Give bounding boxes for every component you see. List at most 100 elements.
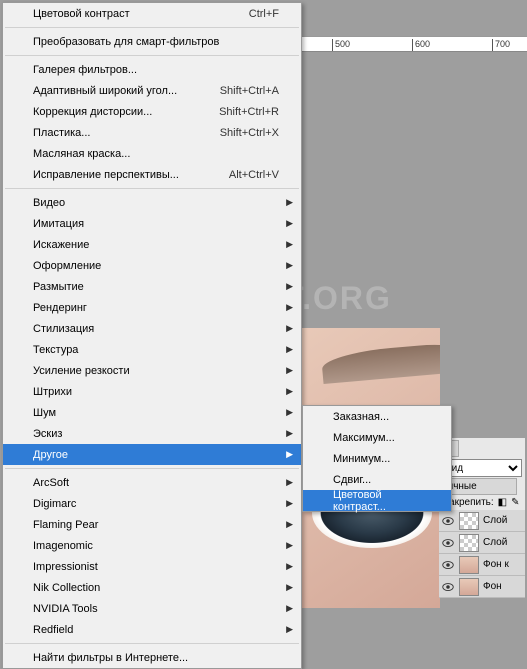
menu-item-6[interactable]: Масляная краска... — [3, 143, 301, 164]
layer-thumbnail — [459, 578, 479, 596]
menu-separator — [5, 55, 299, 56]
menu-item-label: Imagenomic — [33, 540, 279, 552]
menu-item-label: Галерея фильтров... — [33, 64, 279, 76]
submenu-arrow-icon: ▶ — [286, 386, 293, 397]
menu-item-label: Digimarc — [33, 498, 279, 510]
submenu-item-label: Сдвиг... — [333, 474, 429, 486]
horizontal-ruler: 500 600 700 — [302, 36, 527, 52]
layer-thumbnail — [459, 556, 479, 574]
menu-item-label: Преобразовать для смарт-фильтров — [33, 36, 279, 48]
visibility-icon[interactable] — [441, 558, 455, 572]
layer-name: Фон к — [483, 559, 509, 570]
submenu-arrow-icon: ▶ — [286, 260, 293, 271]
submenu-arrow-icon: ▶ — [286, 561, 293, 572]
submenu-item-label: Цветовой контраст... — [333, 489, 429, 513]
layer-row[interactable]: Фон к — [439, 554, 525, 576]
layer-thumbnail — [459, 534, 479, 552]
layer-name: Слой — [483, 537, 507, 548]
menu-item-20[interactable]: Другое▶ — [3, 444, 301, 465]
submenu-arrow-icon: ▶ — [286, 281, 293, 292]
menu-item-label: NVIDIA Tools — [33, 603, 279, 615]
submenu-arrow-icon: ▶ — [286, 428, 293, 439]
layer-row[interactable]: Слой — [439, 510, 525, 532]
blend-mode-select[interactable]: Вид — [440, 459, 522, 477]
submenu-item-0[interactable]: Заказная... — [303, 406, 451, 427]
menu-item-5[interactable]: Пластика...Shift+Ctrl+X — [3, 122, 301, 143]
submenu-arrow-icon: ▶ — [286, 449, 293, 460]
menu-item-17[interactable]: Штрихи▶ — [3, 381, 301, 402]
menu-item-12[interactable]: Размытие▶ — [3, 276, 301, 297]
menu-item-label: Redfield — [33, 624, 279, 636]
submenu-item-4[interactable]: Цветовой контраст... — [303, 490, 451, 511]
menu-item-label: Найти фильтры в Интернете... — [33, 652, 279, 664]
menu-item-11[interactable]: Оформление ▶ — [3, 255, 301, 276]
submenu-arrow-icon: ▶ — [286, 218, 293, 229]
submenu-arrow-icon: ▶ — [286, 477, 293, 488]
menu-item-label: Стилизация — [33, 323, 279, 335]
visibility-icon[interactable] — [441, 536, 455, 550]
menu-separator — [5, 643, 299, 644]
menu-item-25[interactable]: Impressionist▶ — [3, 556, 301, 577]
menu-item-24[interactable]: Imagenomic▶ — [3, 535, 301, 556]
submenu-item-1[interactable]: Максимум... — [303, 427, 451, 448]
menu-item-8[interactable]: Видео ▶ — [3, 192, 301, 213]
menu-item-label: Коррекция дисторсии... — [33, 106, 219, 118]
menu-item-label: Имитация — [33, 218, 279, 230]
menu-item-23[interactable]: Flaming Pear▶ — [3, 514, 301, 535]
menu-item-2[interactable]: Галерея фильтров... — [3, 59, 301, 80]
submenu-arrow-icon: ▶ — [286, 498, 293, 509]
menu-item-1[interactable]: Преобразовать для смарт-фильтров — [3, 31, 301, 52]
menu-item-label: Цветовой контраст — [33, 8, 249, 20]
menu-shortcut: Shift+Ctrl+A — [220, 85, 279, 97]
submenu-arrow-icon: ▶ — [286, 197, 293, 208]
menu-item-label: Усиление резкости — [33, 365, 279, 377]
visibility-icon[interactable] — [441, 514, 455, 528]
visibility-icon[interactable] — [441, 580, 455, 594]
menu-item-15[interactable]: Текстура▶ — [3, 339, 301, 360]
menu-item-28[interactable]: Redfield▶ — [3, 619, 301, 640]
lock-transparency-icon[interactable]: ◧ — [498, 497, 507, 508]
menu-item-label: Видео — [33, 197, 279, 209]
menu-item-label: Nik Collection — [33, 582, 279, 594]
submenu-item-label: Максимум... — [333, 432, 429, 444]
menu-item-7[interactable]: Исправление перспективы...Alt+Ctrl+V — [3, 164, 301, 185]
menu-item-13[interactable]: Рендеринг ▶ — [3, 297, 301, 318]
menu-item-label: Искажение — [33, 239, 279, 251]
submenu-arrow-icon: ▶ — [286, 302, 293, 313]
menu-item-19[interactable]: Эскиз ▶ — [3, 423, 301, 444]
submenu-arrow-icon: ▶ — [286, 344, 293, 355]
menu-item-0[interactable]: Цветовой контрастCtrl+F — [3, 3, 301, 24]
menu-item-label: Эскиз — [33, 428, 279, 440]
menu-separator — [5, 468, 299, 469]
filter-menu: Цветовой контрастCtrl+F Преобразовать для… — [2, 2, 302, 669]
layer-row[interactable]: Фон — [439, 576, 525, 598]
submenu-arrow-icon: ▶ — [286, 603, 293, 614]
menu-item-9[interactable]: Имитация ▶ — [3, 213, 301, 234]
menu-item-10[interactable]: Искажение ▶ — [3, 234, 301, 255]
menu-item-label: Масляная краска... — [33, 148, 279, 160]
menu-item-4[interactable]: Коррекция дисторсии...Shift+Ctrl+R — [3, 101, 301, 122]
submenu-arrow-icon: ▶ — [286, 407, 293, 418]
menu-item-label: Оформление — [33, 260, 279, 272]
submenu-arrow-icon: ▶ — [286, 582, 293, 593]
layer-name: Слой — [483, 515, 507, 526]
submenu-item-3[interactable]: Сдвиг... — [303, 469, 451, 490]
submenu-arrow-icon: ▶ — [286, 239, 293, 250]
menu-shortcut: Shift+Ctrl+R — [219, 106, 279, 118]
menu-item-26[interactable]: Nik Collection ▶ — [3, 577, 301, 598]
brush-icon[interactable]: ✎ — [511, 497, 519, 508]
menu-item-27[interactable]: NVIDIA Tools ▶ — [3, 598, 301, 619]
menu-item-label: Рендеринг — [33, 302, 279, 314]
other-submenu: Заказная... Максимум... Минимум... Сдвиг...… — [302, 405, 452, 512]
menu-item-16[interactable]: Усиление резкости▶ — [3, 360, 301, 381]
menu-item-label: Пластика... — [33, 127, 220, 139]
layer-name: Фон — [483, 581, 502, 592]
menu-item-29[interactable]: Найти фильтры в Интернете... — [3, 647, 301, 668]
menu-item-14[interactable]: Стилизация▶ — [3, 318, 301, 339]
menu-item-3[interactable]: Адаптивный широкий угол...Shift+Ctrl+A — [3, 80, 301, 101]
layer-row[interactable]: Слой — [439, 532, 525, 554]
submenu-item-2[interactable]: Минимум... — [303, 448, 451, 469]
menu-item-18[interactable]: Шум▶ — [3, 402, 301, 423]
menu-item-22[interactable]: Digimarc ▶ — [3, 493, 301, 514]
menu-item-21[interactable]: ArcSoft▶ — [3, 472, 301, 493]
